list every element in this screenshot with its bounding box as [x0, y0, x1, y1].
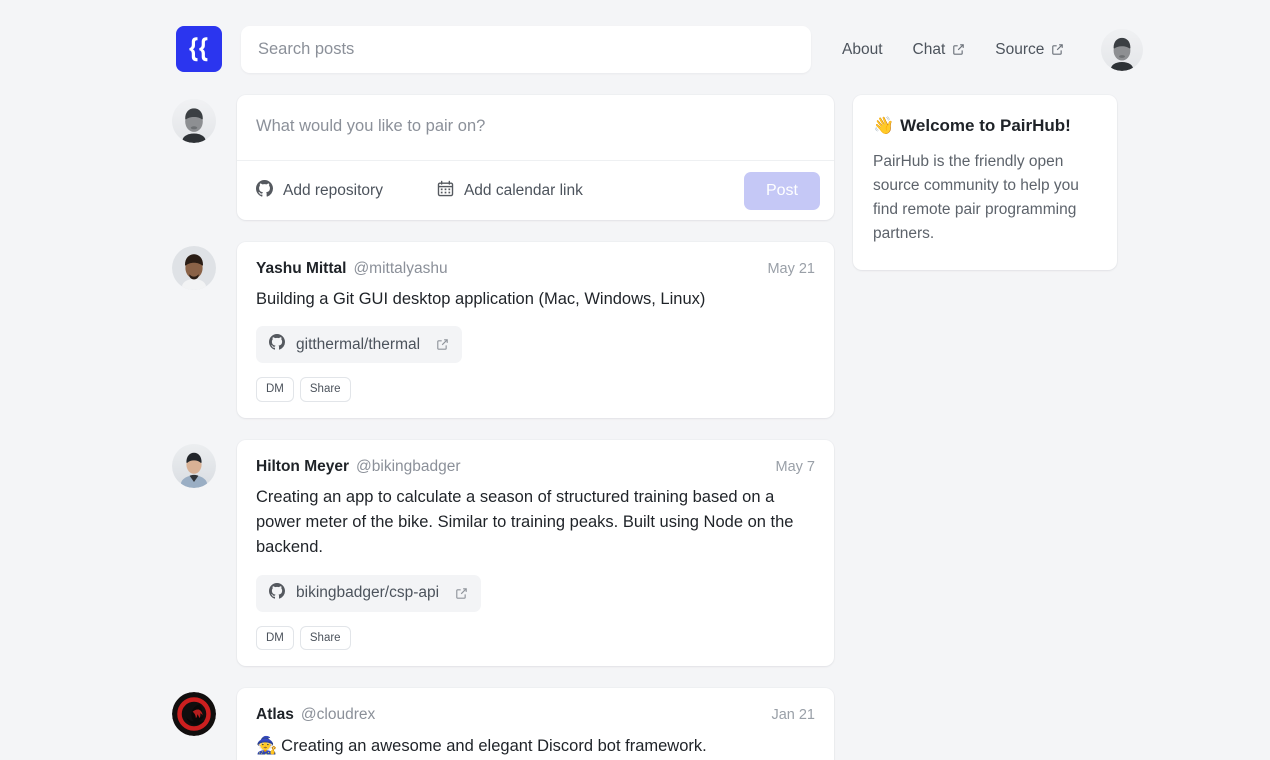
pairhub-logo[interactable]	[176, 26, 222, 72]
post-author-name[interactable]: Yashu Mittal	[256, 260, 346, 278]
external-link-icon	[455, 587, 468, 600]
avatar	[172, 692, 216, 736]
post-card: Atlas @cloudrex Jan 21 🧙Creating an awes…	[237, 688, 834, 760]
repo-name: bikingbadger/csp-api	[296, 584, 439, 602]
composer-card: What would you like to pair on? Add repo…	[237, 95, 834, 220]
search-input[interactable]	[241, 26, 811, 73]
top-header: About Chat Source	[0, 0, 1270, 95]
wave-icon: 👋	[873, 116, 894, 135]
github-icon	[269, 334, 285, 355]
post-actions: DM Share	[256, 626, 815, 651]
post-date: May 7	[776, 459, 816, 475]
share-button[interactable]: Share	[300, 377, 351, 402]
avatar	[172, 444, 216, 488]
dm-button[interactable]: DM	[256, 626, 294, 651]
post-card: Hilton Meyer @bikingbadger May 7 Creatin…	[237, 440, 834, 666]
nav-link-about[interactable]: About	[828, 41, 898, 59]
repo-chip[interactable]: gitthermal/thermal	[256, 326, 462, 363]
composer-placeholder[interactable]: What would you like to pair on?	[237, 95, 834, 160]
post-header: Atlas @cloudrex Jan 21	[256, 706, 815, 724]
post-author-handle[interactable]: @bikingbadger	[356, 458, 461, 476]
post-date: May 21	[767, 261, 815, 277]
post-row: Atlas @cloudrex Jan 21 🧙Creating an awes…	[172, 688, 834, 760]
post-author-name[interactable]: Hilton Meyer	[256, 458, 349, 476]
avatar	[172, 246, 216, 290]
composer-avatar	[172, 99, 216, 143]
welcome-title-text: Welcome to PairHub!	[900, 116, 1071, 135]
post-text-wrapper: 🧙Creating an awesome and elegant Discord…	[256, 733, 815, 759]
post-row: Hilton Meyer @bikingbadger May 7 Creatin…	[172, 440, 834, 666]
post-row: Yashu Mittal @mittalyashu May 21 Buildin…	[172, 242, 834, 418]
post-header: Yashu Mittal @mittalyashu May 21	[256, 260, 815, 278]
nav-label-source: Source	[995, 41, 1044, 59]
composer-toolbar: Add repository	[237, 160, 834, 220]
nav-label-chat: Chat	[913, 41, 946, 59]
app-root: About Chat Source	[0, 0, 1270, 760]
post-text: Creating an app to calculate a season of…	[256, 485, 815, 561]
composer-row: What would you like to pair on? Add repo…	[172, 95, 834, 220]
post-author-handle[interactable]: @cloudrex	[301, 706, 375, 724]
sidebar-column: 👋 Welcome to PairHub! PairHub is the frie…	[853, 95, 1117, 270]
external-link-icon	[1051, 43, 1064, 56]
add-repository-label: Add repository	[283, 182, 383, 200]
search-field-wrapper	[241, 26, 811, 73]
nav-link-source[interactable]: Source	[980, 41, 1079, 59]
welcome-title: 👋 Welcome to PairHub!	[873, 116, 1097, 136]
welcome-body: PairHub is the friendly open source comm…	[873, 150, 1097, 246]
welcome-card: 👋 Welcome to PairHub! PairHub is the frie…	[853, 95, 1117, 270]
post-emoji: 🧙	[256, 736, 277, 755]
post-button[interactable]: Post	[744, 172, 820, 210]
nav-label-about: About	[842, 41, 883, 59]
post-text: Building a Git GUI desktop application (…	[256, 287, 815, 312]
add-repository-button[interactable]: Add repository	[256, 180, 383, 202]
external-link-icon	[436, 338, 449, 351]
post-author-name[interactable]: Atlas	[256, 706, 294, 724]
post-date: Jan 21	[771, 707, 815, 723]
calendar-icon	[437, 180, 454, 202]
add-calendar-link-button[interactable]: Add calendar link	[437, 180, 583, 202]
post-actions: DM Share	[256, 377, 815, 402]
avatar-profile-button[interactable]	[1101, 29, 1143, 71]
external-link-icon	[952, 43, 965, 56]
nav-link-chat[interactable]: Chat	[898, 41, 981, 59]
main-nav: About Chat Source	[828, 26, 1143, 73]
post-text: Creating an awesome and elegant Discord …	[281, 737, 707, 755]
post-author-handle[interactable]: @mittalyashu	[353, 260, 447, 278]
repo-chip[interactable]: bikingbadger/csp-api	[256, 575, 481, 612]
feed-column: What would you like to pair on? Add repo…	[172, 95, 834, 760]
content-area: What would you like to pair on? Add repo…	[0, 95, 1270, 760]
github-icon	[269, 583, 285, 604]
post-header: Hilton Meyer @bikingbadger May 7	[256, 458, 815, 476]
share-button[interactable]: Share	[300, 626, 351, 651]
github-icon	[256, 180, 273, 202]
dm-button[interactable]: DM	[256, 377, 294, 402]
add-calendar-link-label: Add calendar link	[464, 182, 583, 200]
post-card: Yashu Mittal @mittalyashu May 21 Buildin…	[237, 242, 834, 418]
repo-name: gitthermal/thermal	[296, 336, 420, 354]
